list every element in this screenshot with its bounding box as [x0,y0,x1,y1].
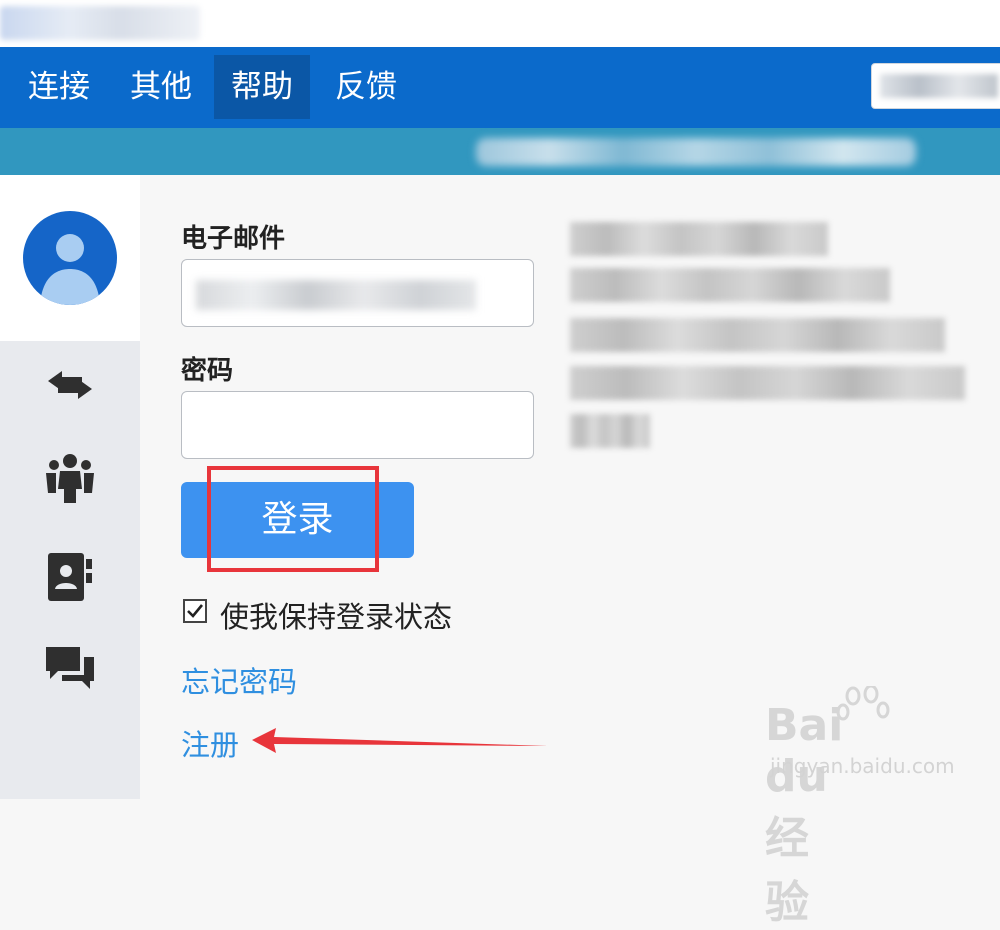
window-title-strip [0,0,1000,47]
email-field[interactable] [181,259,534,327]
red-arrow-annotation [252,728,548,753]
keep-signed-in-checkbox[interactable] [183,599,207,623]
watermark-url: jingyan.baidu.com [770,754,955,778]
avatar-cell[interactable] [0,175,140,341]
group-icon[interactable] [38,445,102,509]
blurred-email-value [196,280,476,310]
menu-other[interactable]: 其他 [113,55,209,119]
user-silhouette-icon [40,234,100,305]
checkmark-icon [187,604,204,618]
email-label: 电子邮件 [181,224,286,254]
chat-icon[interactable] [38,637,102,701]
menu-help[interactable]: 帮助 [214,55,310,119]
forgot-password-link[interactable]: 忘记密码 [181,659,297,701]
avatar[interactable] [23,211,117,305]
keep-signed-in-label[interactable]: 使我保持登录状态 [220,594,452,636]
menu-connect[interactable]: 连接 [11,55,107,119]
blurred-search-text [880,74,998,98]
watermark-text: Bai du 经验 [765,700,844,928]
contacts-icon[interactable] [38,545,102,609]
transfer-arrows-icon[interactable] [38,353,102,417]
password-label: 密码 [181,356,234,386]
sidebar [0,175,140,799]
blurred-info-text [476,138,916,166]
paw-logo-icon [836,686,890,721]
menu-feedback[interactable]: 反馈 [318,55,414,119]
login-button[interactable]: 登录 [181,482,414,558]
info-bar [0,128,1000,175]
menu-search-box[interactable] [871,63,1000,109]
register-link[interactable]: 注册 [181,722,239,764]
password-field[interactable] [181,391,534,459]
menu-bar: 连接 其他 帮助 反馈 [0,47,1000,128]
blurred-description-text [570,218,970,458]
blurred-title [0,6,200,40]
